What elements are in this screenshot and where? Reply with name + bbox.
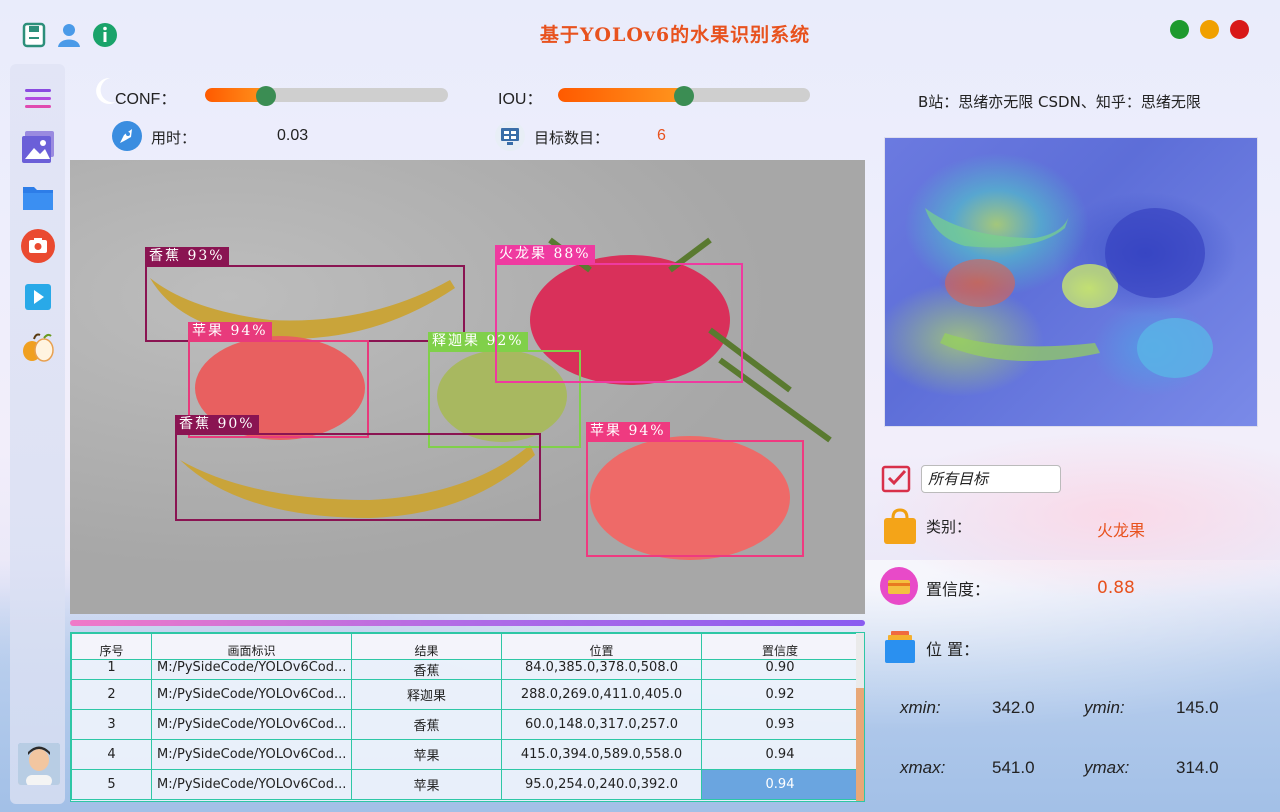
- cell-confidence: 0.93: [701, 709, 859, 740]
- heatmap-overlay: [925, 208, 1213, 378]
- cell-position: 95.0,254.0,240.0,392.0: [501, 769, 702, 800]
- conf-slider[interactable]: [205, 88, 448, 102]
- ymax-value: 314.0: [1176, 758, 1219, 777]
- table-row[interactable]: 4 M:/PySideCode/YOLOv6Cod... 苹果 415.0,39…: [71, 739, 859, 770]
- time-value: 0.03: [277, 127, 309, 144]
- conf-slider-handle[interactable]: [255, 86, 276, 106]
- cell-confidence: 0.92: [701, 679, 859, 710]
- detection-label: 火龙果 88%: [495, 245, 595, 263]
- detection-label: 香蕉 93%: [145, 247, 229, 265]
- cell-result: 释迦果: [351, 679, 502, 710]
- rocket-icon: [111, 120, 143, 152]
- class-label: 类别：: [926, 518, 972, 536]
- table-header-row: 序号 画面标识 结果 位置 置信度: [71, 633, 859, 660]
- count-value: 6: [657, 127, 666, 144]
- time-label: 用时：: [151, 129, 197, 147]
- table-row[interactable]: 3 M:/PySideCode/YOLOv6Cod... 香蕉 60.0,148…: [71, 709, 859, 740]
- class-value: 火龙果: [1097, 521, 1146, 540]
- cell-index: 3: [71, 709, 152, 740]
- detection-box: 香蕉 90%: [175, 415, 541, 521]
- checklist-icon: [881, 464, 913, 494]
- ymin-label: ymin:: [1084, 698, 1125, 717]
- background-cloud: [870, 430, 1280, 600]
- xmax-label: xmax:: [900, 758, 946, 777]
- maximize-button[interactable]: [1170, 20, 1189, 39]
- cell-result: 苹果: [351, 739, 502, 770]
- cell-confidence: 0.90: [701, 659, 859, 680]
- folder-icon[interactable]: [19, 178, 57, 216]
- results-table[interactable]: 序号 画面标识 结果 位置 置信度 1 M:/PySideCode/YOLOv6…: [70, 632, 865, 802]
- table-scrollbar-thumb[interactable]: [856, 688, 864, 801]
- heatmap-image: [884, 137, 1258, 427]
- sidebar: [10, 64, 65, 804]
- cell-source: M:/PySideCode/YOLOv6Cod...: [151, 739, 352, 770]
- monitor-icon: [494, 120, 526, 152]
- close-button[interactable]: [1230, 20, 1249, 39]
- save-icon[interactable]: [21, 22, 47, 48]
- confidence-icon: [879, 566, 919, 606]
- credit-text: B站：思绪亦无限 CSDN、知乎：思绪无限: [918, 93, 1201, 111]
- menu-icon[interactable]: [19, 80, 57, 118]
- camera-icon[interactable]: [19, 227, 57, 265]
- detection-box: 苹果 94%: [586, 422, 804, 557]
- confidence-label: 置信度：: [926, 580, 991, 599]
- iou-label: IOU：: [498, 91, 543, 108]
- video-icon[interactable]: [19, 278, 57, 316]
- detection-label: 香蕉 90%: [175, 415, 259, 433]
- app-title: 基于YOLOv6的水果识别系统: [539, 24, 811, 46]
- ymax-label: ymax:: [1084, 758, 1130, 777]
- position-icon: [883, 629, 917, 665]
- cell-position: 60.0,148.0,317.0,257.0: [501, 709, 702, 740]
- xmin-label: xmin:: [900, 698, 941, 717]
- xmax-value: 541.0: [992, 758, 1035, 777]
- confidence-value: 0.88: [1097, 578, 1135, 598]
- table-row[interactable]: 1 M:/PySideCode/YOLOv6Cod... 香蕉 84.0,385…: [71, 659, 859, 680]
- table-row[interactable]: 5 M:/PySideCode/YOLOv6Cod... 苹果 95.0,254…: [71, 769, 859, 800]
- cell-source: M:/PySideCode/YOLOv6Cod...: [151, 769, 352, 800]
- column-header-confidence[interactable]: 置信度: [701, 633, 859, 660]
- cell-result: 苹果: [351, 769, 502, 800]
- fruit-logo-icon: [19, 328, 57, 366]
- xmin-value: 342.0: [992, 698, 1035, 717]
- minimize-button[interactable]: [1200, 20, 1219, 39]
- target-select[interactable]: 所有目标: [921, 465, 1061, 493]
- cell-index: 1: [71, 659, 152, 680]
- position-label: 位 置：: [926, 640, 980, 659]
- cell-confidence-selected[interactable]: 0.94: [701, 769, 859, 800]
- column-header-position[interactable]: 位置: [501, 633, 702, 660]
- cell-position: 84.0,385.0,378.0,508.0: [501, 659, 702, 680]
- column-header-result[interactable]: 结果: [351, 633, 502, 660]
- cell-index: 5: [71, 769, 152, 800]
- progress-divider: [70, 620, 865, 626]
- detection-label: 苹果 94%: [586, 422, 670, 440]
- column-header-source[interactable]: 画面标识: [151, 633, 352, 660]
- cell-source: M:/PySideCode/YOLOv6Cod...: [151, 709, 352, 740]
- iou-slider-fill: [558, 88, 692, 102]
- cell-result: 香蕉: [351, 709, 502, 740]
- info-icon[interactable]: [92, 22, 118, 48]
- cell-confidence: 0.94: [701, 739, 859, 770]
- conf-label: CONF：: [115, 91, 177, 108]
- cell-position: 415.0,394.0,589.0,558.0: [501, 739, 702, 770]
- table-scrollbar[interactable]: [856, 633, 864, 801]
- user-icon[interactable]: [56, 22, 82, 48]
- ymin-value: 145.0: [1176, 698, 1219, 717]
- detection-image: 香蕉 93% 苹果 94% 释迦果 92% 火龙果 88% 香蕉 90% 苹果 …: [70, 160, 865, 614]
- table-row[interactable]: 2 M:/PySideCode/YOLOv6Cod... 释迦果 288.0,2…: [71, 679, 859, 710]
- image-icon[interactable]: [19, 128, 57, 166]
- cell-source: M:/PySideCode/YOLOv6Cod...: [151, 679, 352, 710]
- cell-index: 4: [71, 739, 152, 770]
- detection-label: 苹果 94%: [188, 322, 272, 340]
- iou-slider-handle[interactable]: [674, 86, 694, 106]
- cell-source: M:/PySideCode/YOLOv6Cod...: [151, 659, 352, 680]
- column-header-index[interactable]: 序号: [71, 633, 152, 660]
- cell-index: 2: [71, 679, 152, 710]
- avatar[interactable]: [18, 743, 60, 785]
- detection-box: 火龙果 88%: [495, 245, 743, 383]
- count-label: 目标数目：: [534, 129, 610, 147]
- cell-position: 288.0,269.0,411.0,405.0: [501, 679, 702, 710]
- shopping-bag-icon: [882, 508, 918, 546]
- cell-result: 香蕉: [351, 659, 502, 680]
